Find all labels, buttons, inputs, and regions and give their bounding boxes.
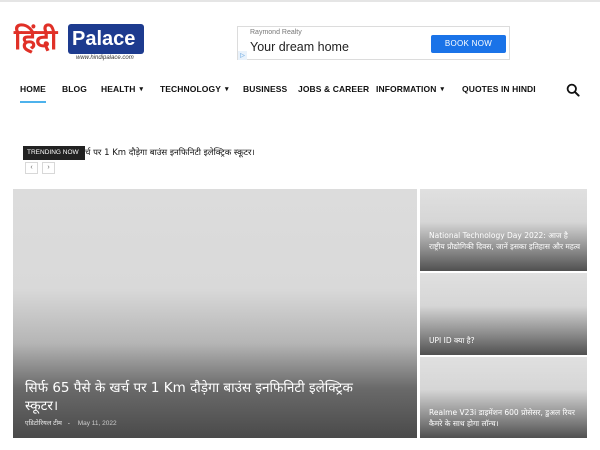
side-post-title[interactable]: UPI ID क्या है? — [429, 335, 581, 346]
post-date: May 11, 2022 — [77, 420, 117, 427]
ad-banner[interactable]: Raymond Realty Your dream home BOOK NOW … — [237, 26, 510, 60]
side-post-title[interactable]: National Technology Day 2022: आज है राष्… — [429, 230, 581, 252]
logo-palace-box: Palace — [68, 24, 144, 54]
site-logo[interactable]: हिंदी Palace www.hindipalace.com — [14, 22, 144, 64]
side-post-1[interactable]: National Technology Day 2022: आज है राष्… — [420, 189, 587, 271]
nav-item-quotes[interactable]: QUOTES IN HINDI — [462, 77, 536, 103]
logo-palace-text: Palace — [72, 28, 136, 50]
main-nav: HOME BLOG HEALTH ▾ TECHNOLOGY ▾ BUSINESS J… — [0, 77, 600, 103]
nav-item-label: HEALTH — [101, 84, 136, 94]
nav-item-technology[interactable]: TECHNOLOGY ▾ — [160, 77, 229, 103]
nav-item-label: JOBS & CAREER — [298, 84, 370, 94]
side-post-2[interactable]: UPI ID क्या है? — [420, 273, 587, 355]
nav-item-blog[interactable]: BLOG — [62, 77, 87, 103]
chevron-down-icon: ▾ — [139, 86, 144, 93]
nav-item-label: QUOTES IN HINDI — [462, 84, 536, 94]
top-border — [0, 0, 600, 2]
featured-title[interactable]: सिर्फ 65 पैसे के खर्च पर 1 Km दौड़ेगा बा… — [25, 379, 355, 415]
nav-item-jobs-career[interactable]: JOBS & CAREER — [298, 77, 369, 103]
info-icon[interactable]: ▷ — [238, 51, 247, 60]
nav-item-label: HOME — [20, 84, 46, 94]
nav-item-information[interactable]: INFORMATION ▾ — [376, 77, 444, 103]
logo-hindi-text: हिंदी — [14, 23, 57, 56]
meta-separator: - — [67, 420, 70, 427]
chevron-down-icon: ▾ — [224, 86, 229, 93]
featured-post[interactable]: सिर्फ 65 पैसे के खर्च पर 1 Km दौड़ेगा बा… — [13, 189, 417, 438]
trending-next-button[interactable]: › — [42, 162, 55, 174]
nav-item-label: BLOG — [62, 84, 87, 94]
nav-item-business[interactable]: BUSINESS — [243, 77, 287, 103]
side-post-3[interactable]: Realme V23i डाइमेंशन 600 प्रोसेसर, डुअल … — [420, 357, 587, 438]
trending-link[interactable]: र्च पर 1 Km दौड़ेगा बाउंस इनफिनिटी इलेक्… — [85, 146, 255, 160]
nav-item-health[interactable]: HEALTH ▾ — [101, 77, 143, 103]
search-icon[interactable] — [566, 82, 580, 97]
trending-label: TRENDING NOW — [23, 146, 85, 160]
logo-url: www.hindipalace.com — [76, 55, 134, 61]
chevron-down-icon: ▾ — [440, 86, 445, 93]
trending-prev-button[interactable]: ‹ — [25, 162, 38, 174]
ad-book-now-button[interactable]: BOOK NOW — [431, 35, 506, 53]
nav-item-label: INFORMATION — [376, 84, 437, 94]
ad-headline: Your dream home — [250, 40, 349, 54]
nav-item-label: BUSINESS — [243, 84, 288, 94]
side-post-title[interactable]: Realme V23i डाइमेंशन 600 प्रोसेसर, डुअल … — [429, 407, 581, 429]
ad-brand: Raymond Realty — [250, 29, 302, 36]
featured-meta: एडिटोरियल टीम - May 11, 2022 — [25, 418, 117, 427]
nav-item-label: TECHNOLOGY — [160, 84, 221, 94]
author-link[interactable]: एडिटोरियल टीम — [25, 420, 62, 427]
nav-item-home[interactable]: HOME — [20, 77, 46, 103]
